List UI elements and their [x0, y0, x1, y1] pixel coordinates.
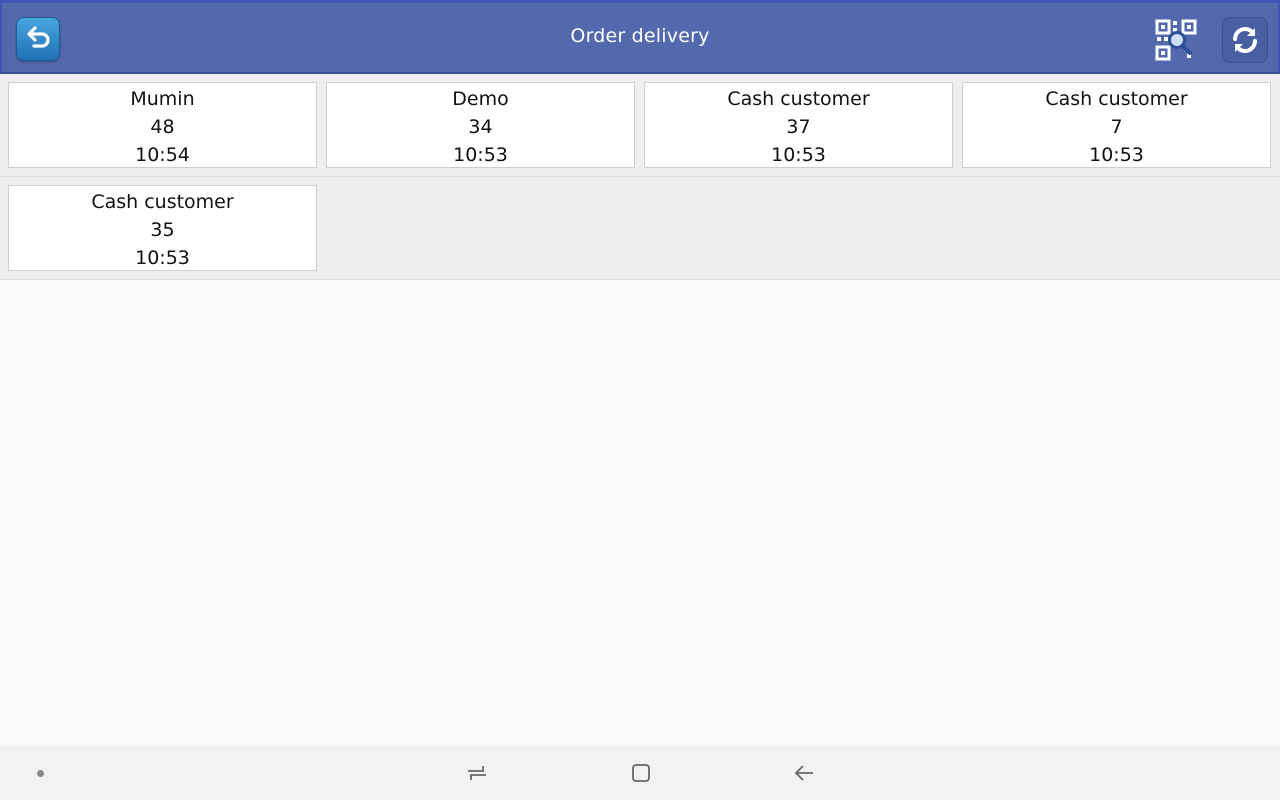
order-customer: Cash customer	[1045, 88, 1188, 110]
system-back-button[interactable]	[792, 761, 816, 785]
order-time: 10:53	[135, 247, 190, 269]
order-number: 34	[468, 116, 493, 138]
app-root: Order delivery Mumin 48 10:54 Demo 34 10…	[0, 0, 1280, 800]
orders-row: Mumin 48 10:54 Demo 34 10:53 Cash custom…	[0, 74, 1280, 177]
nav-dot-icon	[37, 770, 44, 777]
order-number: 37	[786, 116, 811, 138]
qr-search-icon	[1155, 19, 1197, 61]
order-customer: Mumin	[130, 88, 195, 110]
home-button[interactable]	[629, 761, 653, 785]
order-customer: Demo	[452, 88, 509, 110]
order-time: 10:53	[771, 144, 826, 166]
recents-icon	[468, 766, 486, 780]
order-time: 10:53	[1089, 144, 1144, 166]
orders-row: Cash customer 35 10:53	[0, 177, 1280, 280]
qr-scan-button[interactable]	[1152, 17, 1200, 63]
page-title: Order delivery	[570, 25, 710, 47]
back-icon	[794, 765, 813, 781]
order-card[interactable]: Cash customer 37 10:53	[644, 82, 953, 168]
order-time: 10:54	[135, 144, 190, 166]
order-number: 7	[1110, 116, 1123, 138]
system-navigation-bar	[0, 746, 1280, 800]
order-customer: Cash customer	[91, 191, 234, 213]
order-card[interactable]: Cash customer 7 10:53	[962, 82, 1271, 168]
order-number: 35	[150, 219, 175, 241]
home-icon	[632, 764, 650, 782]
order-card[interactable]: Mumin 48 10:54	[8, 82, 317, 168]
recents-button[interactable]	[465, 761, 489, 785]
order-card[interactable]: Cash customer 35 10:53	[8, 185, 317, 271]
order-number: 48	[150, 116, 175, 138]
order-customer: Cash customer	[727, 88, 870, 110]
order-card[interactable]: Demo 34 10:53	[326, 82, 635, 168]
refresh-icon	[1233, 27, 1257, 53]
top-toolbar: Order delivery	[0, 0, 1280, 74]
order-time: 10:53	[453, 144, 508, 166]
refresh-button[interactable]	[1222, 17, 1268, 63]
